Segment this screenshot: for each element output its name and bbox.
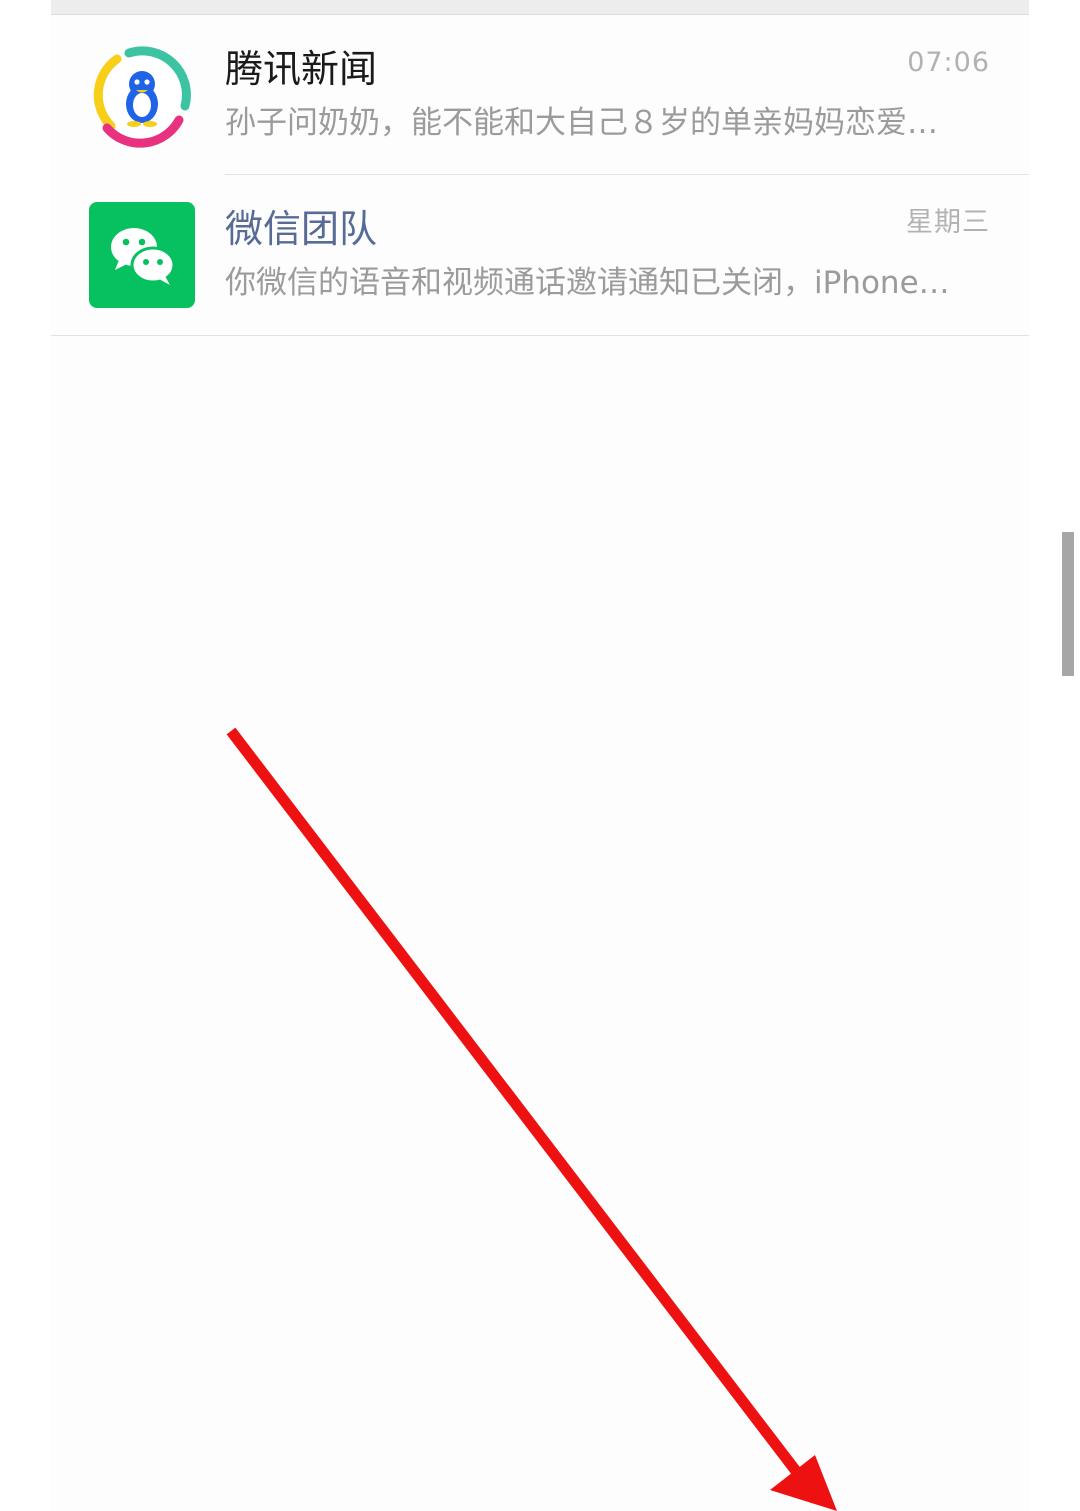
wechat-team-avatar [89, 202, 195, 308]
chat-preview: 孙子问奶奶，能不能和大自己８岁的单亲妈妈恋爱，… [225, 105, 965, 141]
search-bar-strip [51, 0, 1029, 15]
tencent-news-avatar [89, 42, 195, 148]
chat-row-tencent-news[interactable]: 腾讯新闻 07:06 孙子问奶奶，能不能和大自己８岁的单亲妈妈恋爱，… [51, 15, 1029, 175]
chat-preview: 你微信的语音和视频通话邀请通知已关闭，iPhone… [225, 265, 950, 301]
tencent-news-penguin-icon [93, 46, 191, 148]
chat-time: 07:06 [907, 47, 990, 78]
chat-title: 微信团队 [225, 207, 378, 251]
scrollbar-thumb[interactable] [1062, 532, 1074, 676]
chat-time: 星期三 [906, 207, 990, 238]
chat-title: 腾讯新闻 [225, 47, 378, 91]
chat-row-wechat-team[interactable]: 微信团队 星期三 你微信的语音和视频通话邀请通知已关闭，iPhone… [51, 175, 1029, 335]
list-end-divider [51, 335, 1029, 336]
wechat-logo-icon [89, 202, 195, 308]
